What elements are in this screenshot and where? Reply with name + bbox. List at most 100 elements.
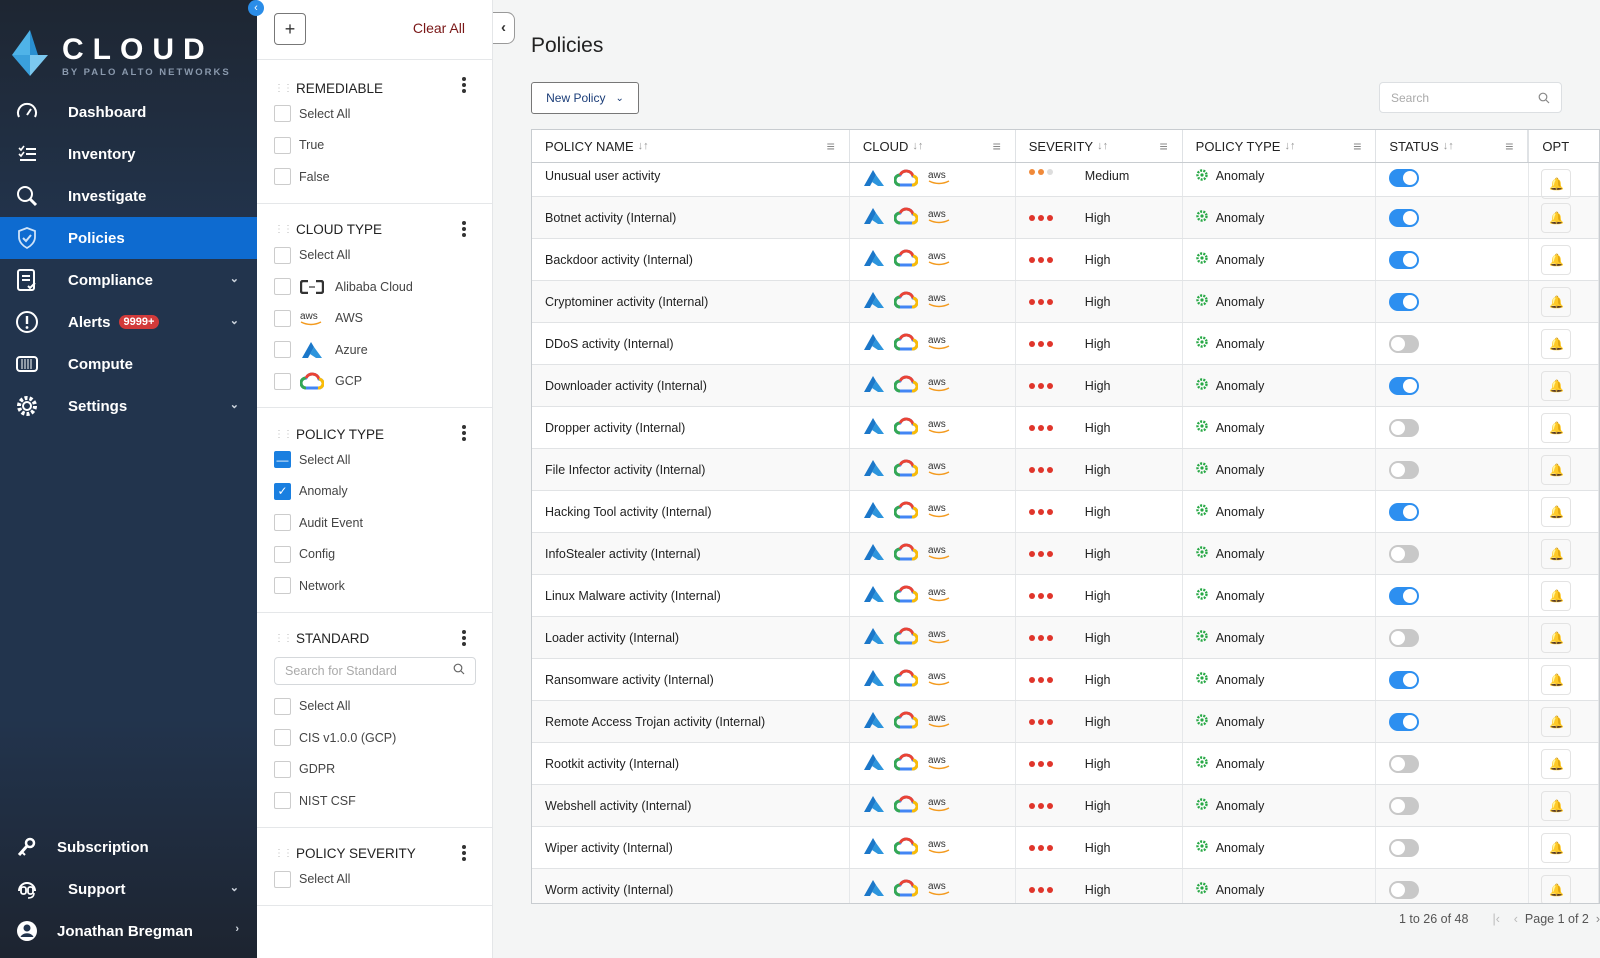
sidebar-item-compute[interactable]: Compute — [0, 343, 257, 385]
bell-icon[interactable]: 🔔 — [1541, 622, 1572, 653]
drag-handle-icon[interactable]: ⋮⋮ — [274, 633, 293, 644]
next-page-button[interactable]: › — [1596, 912, 1600, 926]
policy-name-cell[interactable]: Cryptominer activity (Internal) — [532, 281, 850, 322]
policy-name-cell[interactable]: Loader activity (Internal) — [532, 617, 850, 658]
status-toggle[interactable] — [1389, 880, 1420, 899]
policy-name[interactable]: Botnet activity (Internal) — [545, 211, 676, 225]
bell-icon[interactable]: 🔔 — [1541, 748, 1572, 779]
more-options-icon[interactable] — [462, 77, 468, 95]
filter-option-alibaba-cloud[interactable]: Alibaba Cloud — [274, 271, 492, 303]
table-row[interactable]: InfoStealer activity (Internal) aws High An… — [532, 533, 1599, 575]
chevron-down-icon[interactable]: ⌄ — [230, 881, 239, 894]
checkbox[interactable] — [274, 341, 291, 359]
status-toggle[interactable] — [1389, 838, 1420, 857]
policy-name[interactable]: Unusual user activity — [545, 169, 660, 183]
policy-name[interactable]: Worm activity (Internal) — [545, 883, 673, 897]
filter-option-network[interactable]: Network — [274, 570, 492, 602]
policy-name[interactable]: Wiper activity (Internal) — [545, 841, 673, 855]
column-menu-icon[interactable]: ≡ — [827, 138, 835, 154]
checkbox[interactable] — [274, 760, 291, 778]
sidebar-item-settings[interactable]: Settings ⌄ — [0, 385, 257, 427]
status-toggle[interactable] — [1389, 586, 1420, 605]
status-toggle[interactable] — [1389, 460, 1420, 479]
filter-option-select-all[interactable]: Select All — [274, 864, 492, 896]
filter-option-true[interactable]: True — [274, 130, 492, 162]
sort-icon[interactable]: ↓↑ — [1443, 140, 1454, 152]
filter-option-select-all[interactable]: Select All — [274, 240, 492, 272]
table-row[interactable]: Downloader activity (Internal) aws High Ano… — [532, 365, 1599, 407]
policy-name[interactable]: Hacking Tool activity (Internal) — [545, 505, 712, 519]
policy-name[interactable]: Remote Access Trojan activity (Internal) — [545, 715, 765, 729]
policy-name-cell[interactable]: File Infector activity (Internal) — [532, 449, 850, 490]
first-page-button[interactable]: |‹ — [1492, 912, 1499, 926]
bell-icon[interactable]: 🔔 — [1541, 706, 1572, 737]
table-row[interactable]: Cryptominer activity (Internal) aws High An… — [532, 281, 1599, 323]
checkbox[interactable] — [274, 792, 291, 810]
policy-name-cell[interactable]: Rootkit activity (Internal) — [532, 743, 850, 784]
clear-all-button[interactable]: Clear All — [413, 20, 465, 36]
column-header-severity[interactable]: SEVERITY ↓↑ ≡ — [1016, 130, 1183, 162]
status-toggle[interactable] — [1389, 628, 1420, 647]
policy-name[interactable]: Linux Malware activity (Internal) — [545, 589, 721, 603]
policy-name-cell[interactable]: Downloader activity (Internal) — [532, 365, 850, 406]
policy-name[interactable]: Dropper activity (Internal) — [545, 421, 685, 435]
policy-name[interactable]: Webshell activity (Internal) — [545, 799, 691, 813]
status-toggle[interactable] — [1389, 544, 1420, 563]
bell-icon[interactable]: 🔔 — [1541, 454, 1572, 485]
checkbox[interactable] — [274, 577, 291, 595]
filter-option-anomaly[interactable]: ✓ Anomaly — [274, 476, 492, 508]
bell-icon[interactable]: 🔔 — [1541, 580, 1572, 611]
prev-page-button[interactable]: ‹ — [1514, 912, 1518, 926]
filter-option-select-all[interactable]: Select All — [274, 98, 492, 130]
checkbox[interactable] — [274, 729, 291, 747]
checkbox[interactable] — [274, 697, 291, 715]
checkbox[interactable] — [274, 168, 291, 186]
sidebar-item-subscription[interactable]: Subscription — [0, 826, 257, 868]
policy-name[interactable]: Cryptominer activity (Internal) — [545, 295, 708, 309]
sidebar-item-jonathan-bregman[interactable]: Jonathan Bregman › — [0, 910, 257, 952]
add-filter-button[interactable]: + — [274, 13, 306, 45]
filter-option-nist-csf[interactable]: NIST CSF — [274, 785, 492, 817]
table-row[interactable]: Wiper activity (Internal) aws High Anomaly 🔔 — [532, 827, 1599, 869]
table-row[interactable]: Rootkit activity (Internal) aws High Anomal… — [532, 743, 1599, 785]
bell-icon[interactable]: 🔔 — [1541, 244, 1572, 275]
policy-name[interactable]: Downloader activity (Internal) — [545, 379, 707, 393]
status-toggle[interactable] — [1389, 169, 1420, 187]
filter-option-aws[interactable]: aws AWS — [274, 303, 492, 335]
filter-option-audit-event[interactable]: Audit Event — [274, 507, 492, 539]
table-row[interactable]: Unusual user activity aws Medium Anomaly 🔔 — [532, 163, 1599, 199]
table-row[interactable]: Loader activity (Internal) aws High Anomaly… — [532, 617, 1599, 659]
column-header-opt[interactable]: OPT — [1529, 130, 1599, 162]
table-row[interactable]: Remote Access Trojan activity (Internal)… — [532, 701, 1599, 743]
column-header-status[interactable]: STATUS ↓↑ ≡ — [1376, 130, 1530, 162]
policy-name[interactable]: DDoS activity (Internal) — [545, 337, 674, 351]
column-menu-icon[interactable]: ≡ — [993, 138, 1001, 154]
column-header-policy-name[interactable]: POLICY NAME ↓↑ ≡ — [532, 130, 850, 162]
table-row[interactable]: Dropper activity (Internal) aws High Anomal… — [532, 407, 1599, 449]
bell-icon[interactable]: 🔔 — [1541, 790, 1572, 821]
more-options-icon[interactable] — [462, 220, 468, 239]
checkbox[interactable] — [274, 136, 291, 154]
chevron-down-icon[interactable]: ⌄ — [230, 398, 239, 411]
policy-name[interactable]: File Infector activity (Internal) — [545, 463, 705, 477]
policy-name-cell[interactable]: Dropper activity (Internal) — [532, 407, 850, 448]
bell-icon[interactable]: 🔔 — [1541, 328, 1572, 359]
status-toggle[interactable] — [1389, 376, 1420, 395]
bell-icon[interactable]: 🔔 — [1541, 496, 1572, 527]
status-toggle[interactable] — [1389, 712, 1420, 731]
chevron-down-icon[interactable]: ⌄ — [230, 314, 239, 327]
policy-name-cell[interactable]: Worm activity (Internal) — [532, 869, 850, 903]
bell-icon[interactable]: 🔔 — [1541, 370, 1572, 401]
sidebar-item-support[interactable]: Support ⌄ — [0, 868, 257, 910]
checkbox[interactable] — [274, 278, 291, 296]
collapse-sidebar-button[interactable]: ‹ — [248, 0, 264, 16]
sidebar-item-dashboard[interactable]: Dashboard — [0, 91, 257, 133]
new-policy-button[interactable]: New Policy ⌄ — [531, 82, 639, 114]
status-toggle[interactable] — [1389, 208, 1420, 227]
policy-name-cell[interactable]: Botnet activity (Internal) — [532, 197, 850, 238]
policy-name-cell[interactable]: Backdoor activity (Internal) — [532, 239, 850, 280]
chevron-down-icon[interactable]: ⌄ — [230, 272, 239, 285]
table-row[interactable]: Webshell activity (Internal) aws High Anoma… — [532, 785, 1599, 827]
search-input[interactable]: Search — [1379, 82, 1562, 113]
policy-name-cell[interactable]: DDoS activity (Internal) — [532, 323, 850, 364]
